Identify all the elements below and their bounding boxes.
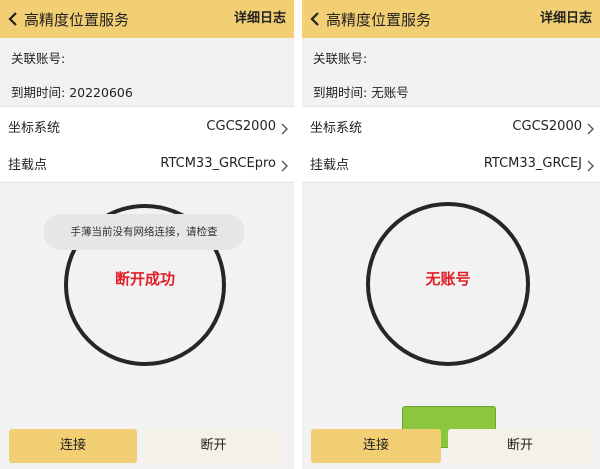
disconnect-button[interactable]: 断开 (448, 429, 592, 463)
toast-message: 手薄当前没有网络连接，请检查 (44, 214, 244, 250)
mount-point-row[interactable]: 挂载点 RTCM33_GRCEJ (302, 144, 600, 183)
connection-status: 无账号 (425, 270, 471, 288)
detail-log-link[interactable]: 详细日志 (540, 0, 592, 38)
expiry-value: 20220606 (69, 85, 133, 100)
mount-point-value: RTCM33_GRCEpro (160, 155, 276, 171)
coordinate-system-row[interactable]: 坐标系统 CGCS2000 (0, 106, 294, 146)
connect-button[interactable]: 连接 (9, 429, 137, 463)
mount-point-value: RTCM33_GRCEJ (483, 155, 582, 171)
title-bar: 高精度位置服务 详细日志 (302, 0, 600, 38)
account-info: 关联账号: 到期时间: 20220606 (0, 38, 294, 106)
chevron-right-icon (587, 120, 594, 139)
expiry-label: 到期时间: (11, 85, 66, 100)
account-info: 关联账号: 到期时间: 无账号 (302, 38, 600, 106)
page-title: 高精度位置服务 (326, 10, 432, 29)
expiry-label: 到期时间: (313, 85, 368, 100)
chevron-right-icon (587, 157, 594, 176)
connect-button[interactable]: 连接 (311, 429, 441, 463)
connection-status: 断开成功 (114, 270, 175, 288)
coordinate-system-value: CGCS2000 (512, 118, 582, 134)
expiry-row: 到期时间: 无账号 (313, 82, 409, 101)
detail-log-link[interactable]: 详细日志 (234, 0, 286, 38)
screen-divider (294, 0, 302, 469)
mount-point-row[interactable]: 挂载点 RTCM33_GRCEpro (0, 144, 294, 183)
chevron-right-icon (281, 157, 288, 176)
disconnect-button[interactable]: 断开 (146, 429, 281, 463)
chevron-left-icon[interactable] (2, 0, 24, 38)
expiry-row: 到期时间: 20220606 (11, 82, 133, 101)
linked-account-label: 关联账号: (11, 51, 66, 66)
coordinate-system-label: 坐标系统 (310, 120, 363, 136)
chevron-left-icon[interactable] (304, 0, 326, 38)
coordinate-system-value: CGCS2000 (206, 118, 276, 134)
mount-point-label: 挂载点 (310, 157, 350, 173)
linked-account-label: 关联账号: (313, 51, 368, 66)
screen-right: 高精度位置服务 详细日志 关联账号: 到期时间: 无账号 坐标系统 CGCS20… (302, 0, 600, 469)
screen-left: 高精度位置服务 详细日志 关联账号: 到期时间: 20220606 坐标系统 C… (0, 0, 294, 469)
expiry-value: 无账号 (371, 85, 409, 100)
title-bar: 高精度位置服务 详细日志 (0, 0, 294, 38)
coordinate-system-label: 坐标系统 (8, 120, 61, 136)
chevron-right-icon (281, 120, 288, 139)
page-title: 高精度位置服务 (24, 10, 130, 29)
mount-point-label: 挂载点 (8, 157, 48, 173)
coordinate-system-row[interactable]: 坐标系统 CGCS2000 (302, 106, 600, 146)
